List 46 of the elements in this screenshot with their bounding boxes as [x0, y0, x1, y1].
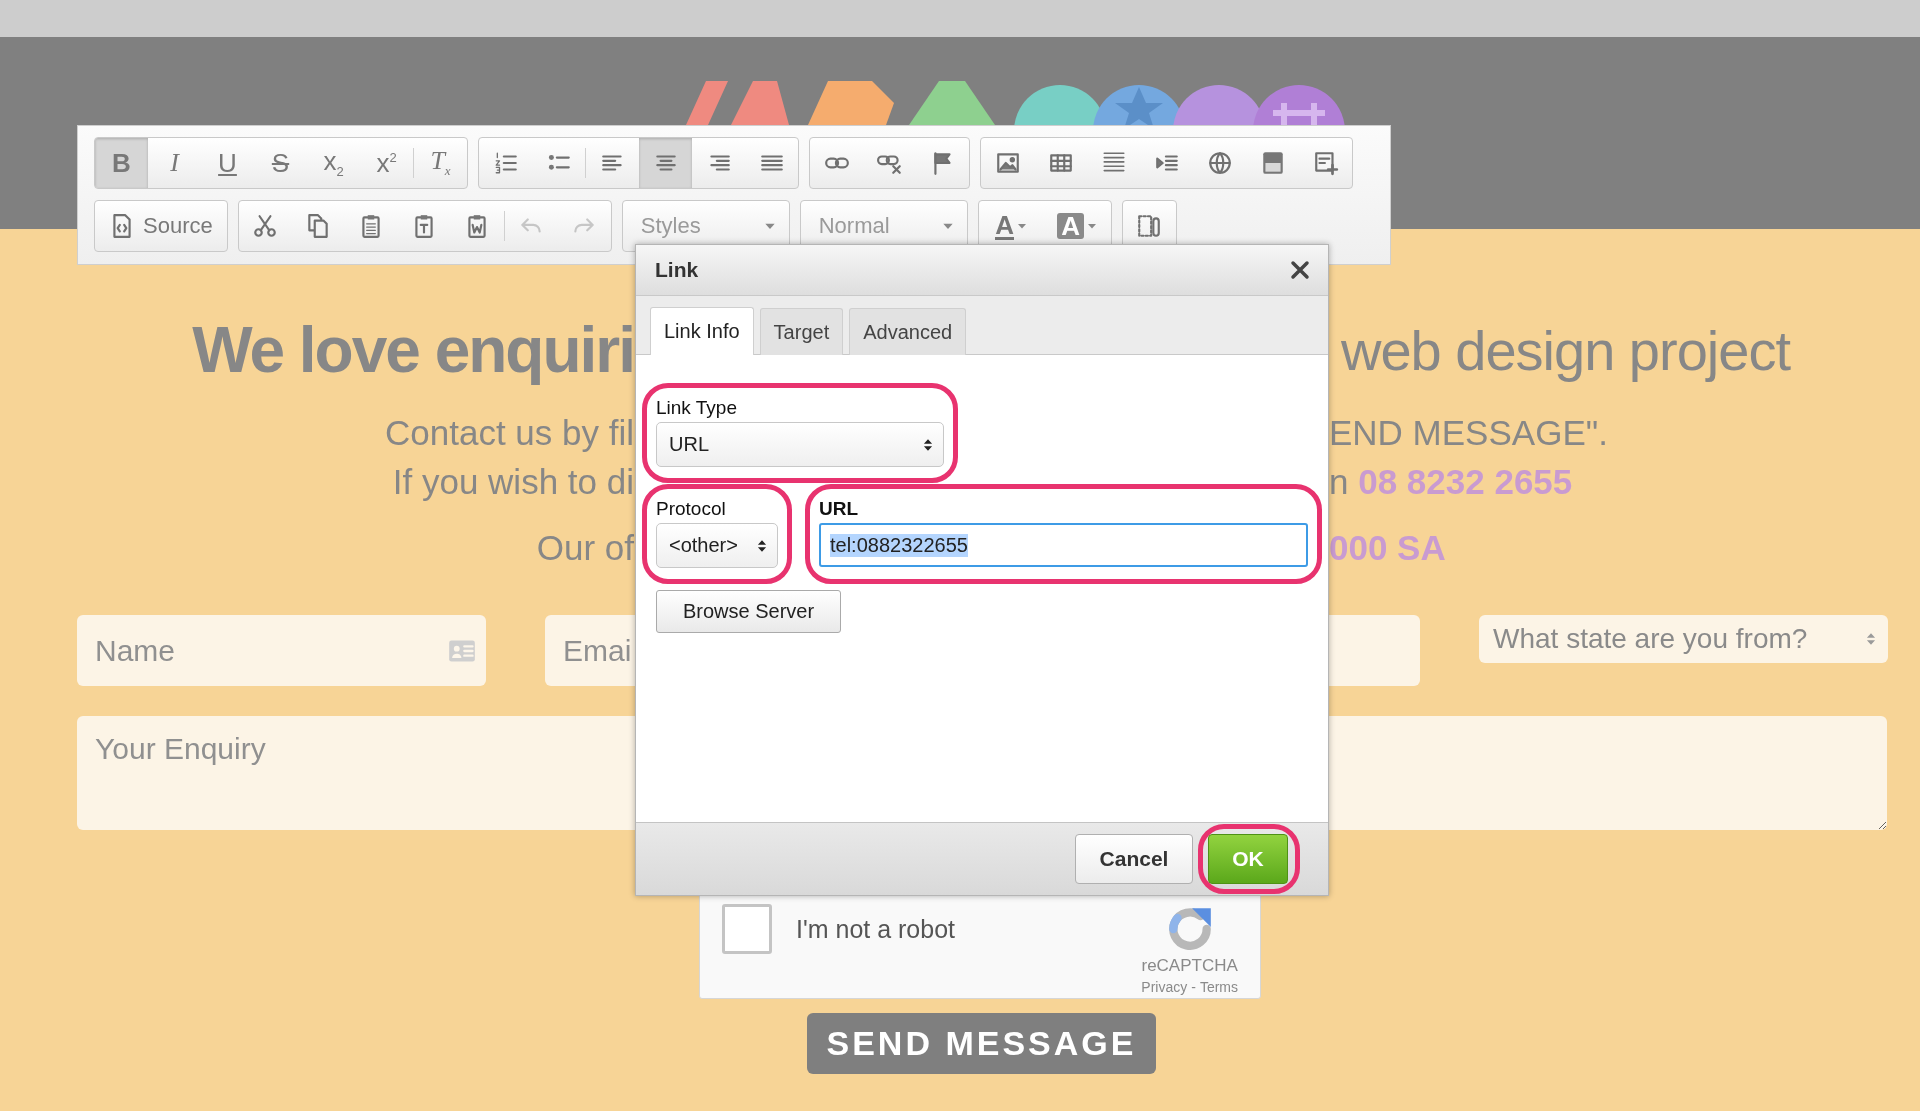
intro-text: n 08 8232 2655 — [1329, 461, 1574, 502]
tab[interactable]: Advanced — [849, 308, 967, 355]
intro-text: If you wish to di — [392, 461, 634, 502]
terms-link[interactable]: Terms — [1199, 979, 1238, 995]
tab[interactable]: Link Info — [650, 307, 754, 355]
heading: web design project — [1340, 317, 1792, 383]
scissors-icon — [252, 213, 279, 239]
name-field[interactable]: Name — [77, 615, 486, 686]
intro-text: END MESSAGE". — [1329, 412, 1609, 453]
source-button[interactable]: Source — [95, 201, 227, 251]
close-button[interactable] — [1288, 258, 1312, 282]
globe-icon — [1206, 150, 1233, 176]
format-button[interactable]: B — [95, 138, 148, 188]
checkbox[interactable] — [722, 904, 772, 954]
format-button[interactable]: S — [254, 138, 307, 188]
intro-text: Contact us by fil — [385, 412, 634, 453]
intro-text: 000 SA — [1329, 527, 1447, 568]
image-icon — [994, 150, 1021, 176]
heading: We love enquiri — [192, 313, 634, 387]
dialog-button[interactable]: OK — [1208, 834, 1288, 884]
field-label: Protocol — [656, 497, 727, 521]
format-button[interactable]: x$^{2}$ — [360, 138, 413, 188]
field-label: URL — [819, 497, 860, 521]
dropdown[interactable]: <other> — [656, 523, 778, 568]
separator-text: - — [1191, 979, 1196, 995]
close-icon — [1288, 258, 1312, 282]
format-button[interactable]: I — [148, 138, 201, 188]
browse-server-button[interactable]: Browse Server — [656, 590, 841, 633]
send-message-button[interactable]: SEND MESSAGE — [807, 1013, 1156, 1074]
dialog-button[interactable]: Cancel — [1075, 834, 1193, 884]
format-button[interactable]: x$_{2}$ — [307, 138, 360, 188]
tab[interactable]: Target — [759, 308, 844, 355]
add-page-icon — [1312, 150, 1339, 176]
intro-text: Our of — [536, 527, 634, 568]
url-field[interactable]: tel:0882322655 — [819, 523, 1308, 567]
toolbar-button[interactable] — [639, 138, 692, 188]
format-button[interactable]: T$_{x}$ — [414, 138, 467, 188]
format-button[interactable]: U — [201, 138, 254, 188]
dropdown[interactable]: URL — [656, 422, 944, 467]
dialog-title: Link — [655, 258, 699, 282]
privacy-link[interactable]: Privacy — [1141, 979, 1188, 995]
field-label: Link Type — [656, 396, 738, 420]
blocks-icon — [1136, 213, 1163, 239]
captcha-label: I'm not a robot — [796, 914, 956, 945]
captcha-brand: reCAPTCHA — [1141, 956, 1238, 976]
state-select[interactable]: What state are you from? — [1479, 615, 1888, 663]
